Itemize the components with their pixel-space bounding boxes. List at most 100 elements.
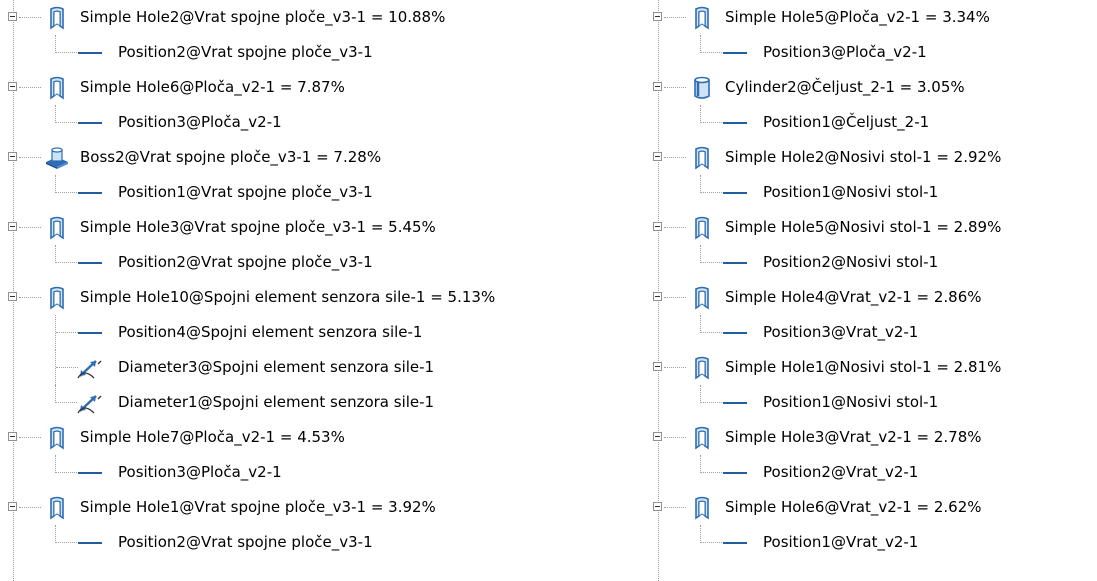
position-node[interactable]: Position2@Vrat spojne ploče_v3-1 — [0, 35, 640, 70]
simple-hole-icon — [44, 216, 70, 240]
feature-node[interactable]: Simple Hole6@Vrat_v2-1 = 2.62% — [645, 490, 1097, 525]
feature-label: Simple Hole6@Vrat_v2-1 = 2.62% — [725, 498, 982, 516]
feature-node[interactable]: Simple Hole10@Spojni element senzora sil… — [0, 280, 640, 315]
collapse-toggle-icon[interactable] — [8, 152, 17, 161]
position-line-icon — [723, 542, 747, 544]
feature-node[interactable]: Simple Hole2@Vrat spojne ploče_v3-1 = 10… — [0, 0, 640, 35]
feature-node[interactable]: Simple Hole3@Vrat spojne ploče_v3-1 = 5.… — [0, 210, 640, 245]
feature-node[interactable]: Simple Hole2@Nosivi stol-1 = 2.92% — [645, 140, 1097, 175]
position-label: Position3@Ploča_v2-1 — [118, 113, 282, 131]
tree-connector — [19, 437, 41, 438]
position-node[interactable]: Position2@Nosivi stol-1 — [645, 245, 1097, 280]
feature-node[interactable]: Simple Hole3@Vrat_v2-1 = 2.78% — [645, 420, 1097, 455]
collapse-toggle-icon[interactable] — [653, 222, 662, 231]
simple-hole-icon — [44, 76, 70, 100]
tree-connector — [664, 157, 686, 158]
feature-label: Boss2@Vrat spojne ploče_v3-1 = 7.28% — [80, 148, 382, 166]
position-node[interactable]: Position2@Vrat_v2-1 — [645, 455, 1097, 490]
feature-node[interactable]: Simple Hole7@Ploča_v2-1 = 4.53% — [0, 420, 640, 455]
feature-node[interactable]: Cylinder2@Čeljust_2-1 = 3.05% — [645, 70, 1097, 105]
simple-hole-icon — [689, 356, 715, 380]
feature-label: Simple Hole5@Ploča_v2-1 = 3.34% — [725, 8, 990, 26]
feature-label: Simple Hole1@Nosivi stol-1 = 2.81% — [725, 358, 1002, 376]
position-node[interactable]: Position1@Vrat_v2-1 — [645, 525, 1097, 560]
feature-label: Simple Hole3@Vrat_v2-1 = 2.78% — [725, 428, 982, 446]
position-node[interactable]: Position1@Čeljust_2-1 — [645, 105, 1097, 140]
feature-label: Simple Hole2@Nosivi stol-1 = 2.92% — [725, 148, 1002, 166]
simple-hole-icon — [689, 496, 715, 520]
tree-connector — [664, 87, 686, 88]
tree-connector — [19, 87, 41, 88]
position-line-icon — [723, 332, 747, 334]
feature-node[interactable]: Simple Hole5@Nosivi stol-1 = 2.89% — [645, 210, 1097, 245]
diameter-node[interactable]: Diameter1@Spojni element senzora sile-1 — [0, 385, 640, 420]
feature-node[interactable]: Simple Hole6@Ploča_v2-1 = 7.87% — [0, 70, 640, 105]
collapse-toggle-icon[interactable] — [653, 152, 662, 161]
tree-connector — [19, 227, 41, 228]
feature-label: Simple Hole3@Vrat spojne ploče_v3-1 = 5.… — [80, 218, 436, 236]
simple-hole-icon — [689, 426, 715, 450]
collapse-toggle-icon[interactable] — [653, 502, 662, 511]
position-node[interactable]: Position1@Vrat spojne ploče_v3-1 — [0, 175, 640, 210]
feature-label: Simple Hole5@Nosivi stol-1 = 2.89% — [725, 218, 1002, 236]
feature-node[interactable]: Simple Hole5@Ploča_v2-1 = 3.34% — [645, 0, 1097, 35]
collapse-toggle-icon[interactable] — [653, 12, 662, 21]
feature-label: Simple Hole7@Ploča_v2-1 = 4.53% — [80, 428, 345, 446]
tree-connector — [700, 175, 722, 193]
collapse-toggle-icon[interactable] — [8, 292, 17, 301]
collapse-toggle-icon[interactable] — [653, 292, 662, 301]
tree-connector — [55, 385, 77, 403]
diameter-label: Diameter1@Spojni element senzora sile-1 — [118, 393, 435, 411]
collapse-toggle-icon[interactable] — [653, 432, 662, 441]
position-node[interactable]: Position1@Nosivi stol-1 — [645, 385, 1097, 420]
feature-label: Simple Hole10@Spojni element senzora sil… — [80, 288, 496, 306]
position-node[interactable]: Position2@Vrat spojne ploče_v3-1 — [0, 245, 640, 280]
position-line-icon — [78, 122, 102, 124]
tree-connector — [55, 105, 77, 123]
position-node[interactable]: Position4@Spojni element senzora sile-1 — [0, 315, 640, 350]
tree-connector — [664, 507, 686, 508]
position-line-icon — [78, 472, 102, 474]
collapse-toggle-icon[interactable] — [8, 502, 17, 511]
tree-connector — [55, 175, 77, 193]
position-node[interactable]: Position3@Ploča_v2-1 — [645, 35, 1097, 70]
feature-node[interactable]: Simple Hole1@Nosivi stol-1 = 2.81% — [645, 350, 1097, 385]
position-node[interactable]: Position3@Ploča_v2-1 — [0, 105, 640, 140]
position-node[interactable]: Position3@Vrat_v2-1 — [645, 315, 1097, 350]
diameter-dimension-icon — [76, 356, 102, 380]
tree-connector — [19, 507, 41, 508]
feature-node[interactable]: Boss2@Vrat spojne ploče_v3-1 = 7.28% — [0, 140, 640, 175]
position-line-icon — [78, 52, 102, 54]
simple-hole-icon — [44, 286, 70, 310]
diameter-label: Diameter3@Spojni element senzora sile-1 — [118, 358, 435, 376]
tree-connector — [700, 525, 722, 543]
position-node[interactable]: Position3@Ploča_v2-1 — [0, 455, 640, 490]
diameter-node[interactable]: Diameter3@Spojni element senzora sile-1 — [0, 350, 640, 385]
tree-connector — [664, 227, 686, 228]
simple-hole-icon — [689, 216, 715, 240]
position-node[interactable]: Position2@Vrat spojne ploče_v3-1 — [0, 525, 640, 560]
collapse-toggle-icon[interactable] — [653, 362, 662, 371]
collapse-toggle-icon[interactable] — [8, 12, 17, 21]
position-label: Position2@Vrat spojne ploče_v3-1 — [118, 253, 373, 271]
feature-node[interactable]: Simple Hole4@Vrat_v2-1 = 2.86% — [645, 280, 1097, 315]
feature-node[interactable]: Simple Hole1@Vrat spojne ploče_v3-1 = 3.… — [0, 490, 640, 525]
simple-hole-icon — [689, 146, 715, 170]
position-line-icon — [723, 122, 747, 124]
position-label: Position1@Nosivi stol-1 — [763, 183, 939, 201]
position-label: Position2@Vrat spojne ploče_v3-1 — [118, 43, 373, 61]
position-node[interactable]: Position1@Nosivi stol-1 — [645, 175, 1097, 210]
tree-column-left: Simple Hole2@Vrat spojne ploče_v3-1 = 10… — [0, 0, 640, 581]
feature-label: Cylinder2@Čeljust_2-1 = 3.05% — [725, 78, 965, 96]
position-label: Position1@Nosivi stol-1 — [763, 393, 939, 411]
position-label: Position1@Vrat_v2-1 — [763, 533, 919, 551]
collapse-toggle-icon[interactable] — [653, 82, 662, 91]
cylinder-icon — [689, 76, 715, 100]
collapse-toggle-icon[interactable] — [8, 82, 17, 91]
tree-connector — [700, 245, 722, 263]
collapse-toggle-icon[interactable] — [8, 222, 17, 231]
tree-connector — [55, 350, 78, 385]
feature-label: Simple Hole6@Ploča_v2-1 = 7.87% — [80, 78, 345, 96]
diameter-dimension-icon — [76, 391, 102, 415]
collapse-toggle-icon[interactable] — [8, 432, 17, 441]
